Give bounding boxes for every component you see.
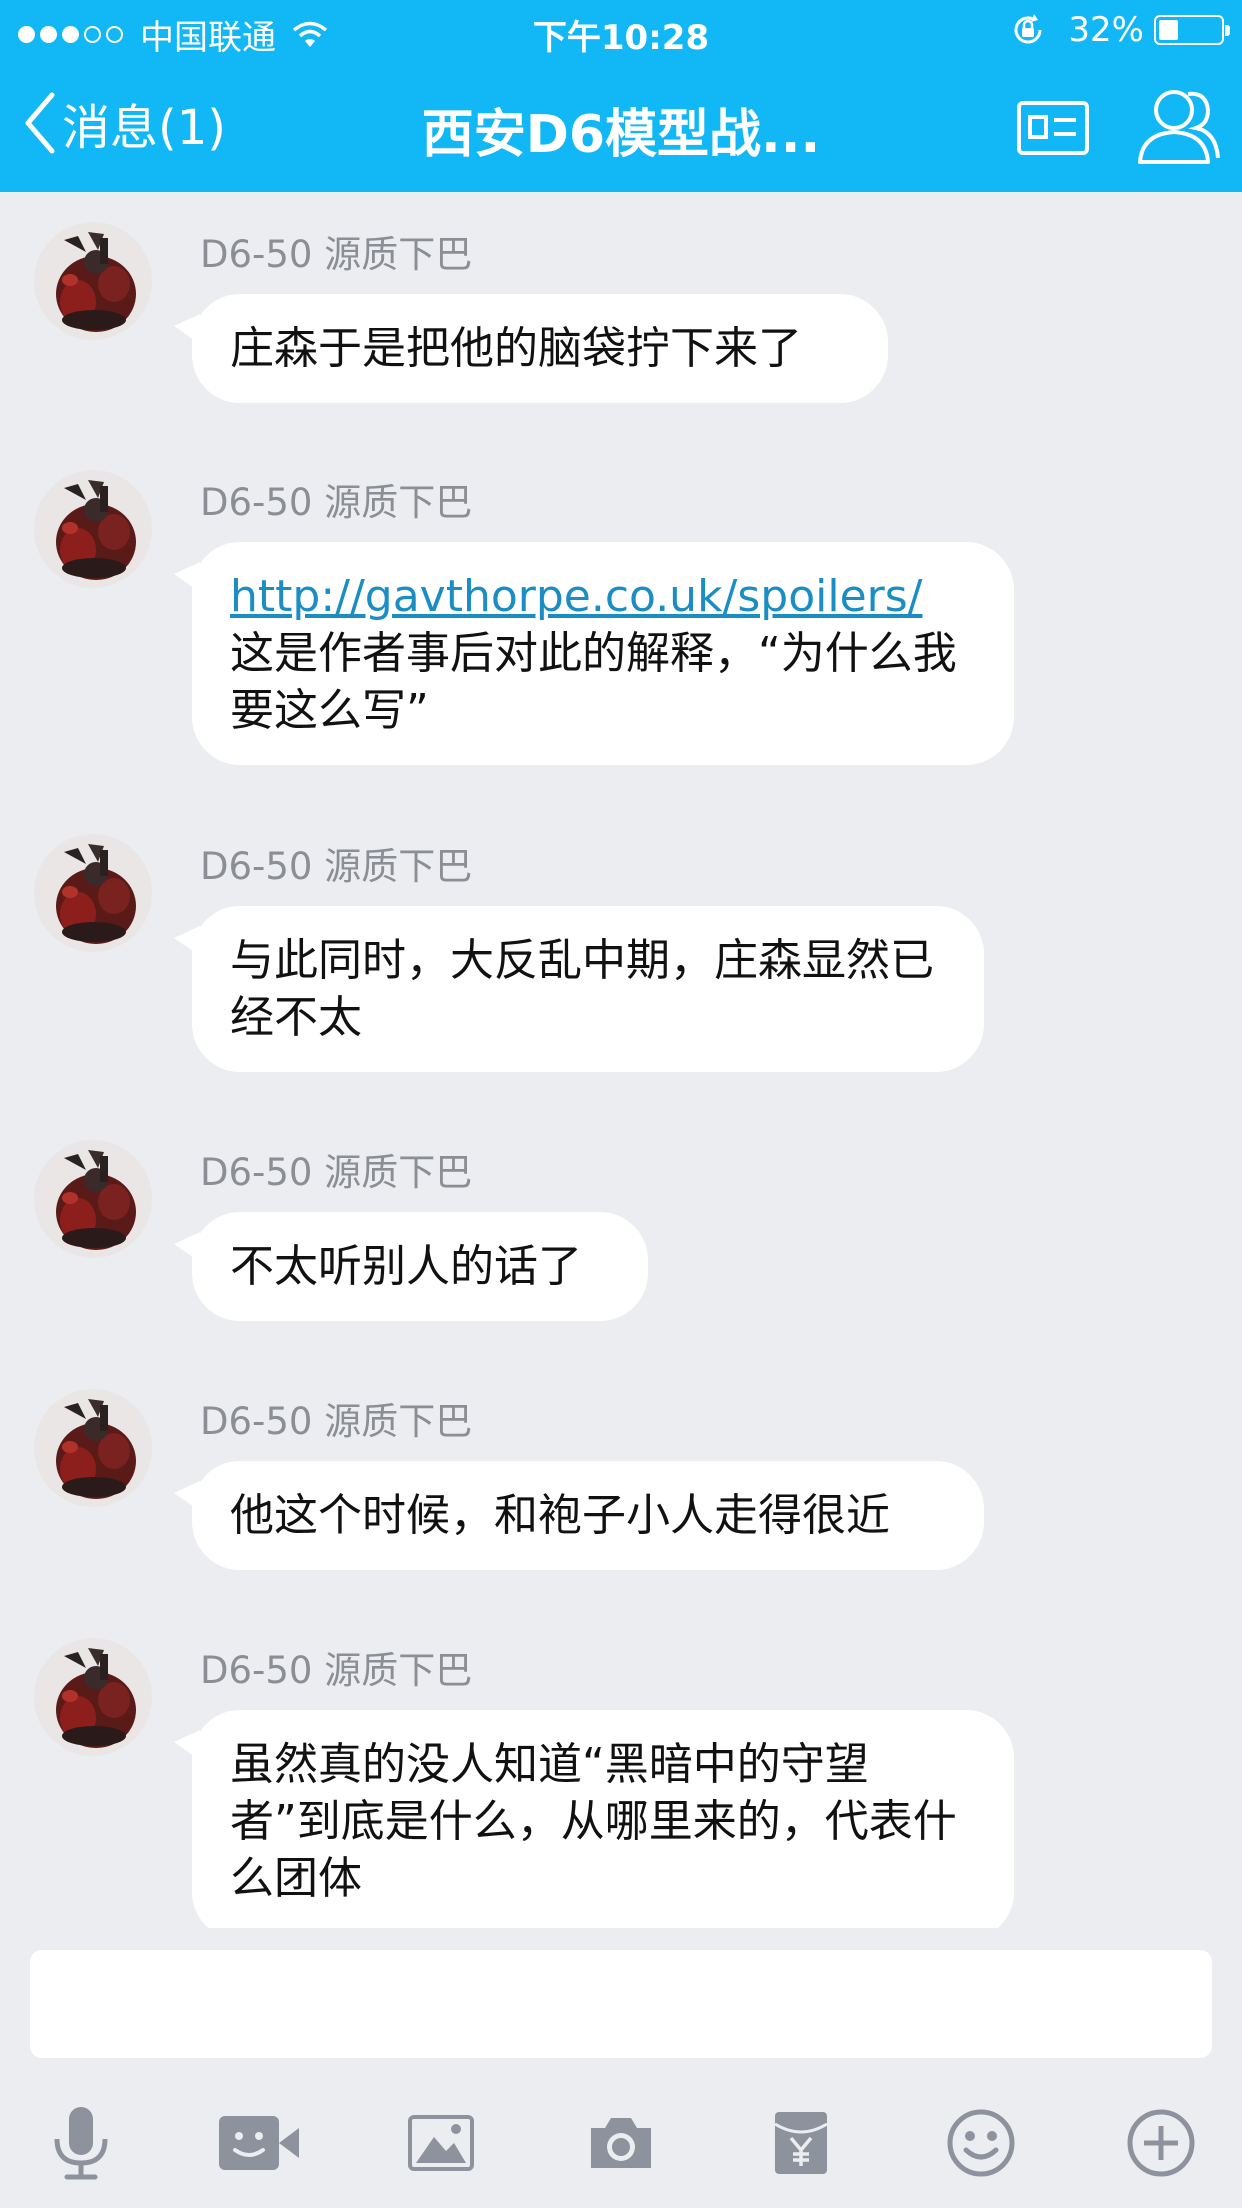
message-text: 虽然真的没人知道“黑暗中的守望者”到底是什么，从哪里来的，代表什么团体 xyxy=(230,1739,957,1904)
emoji-icon xyxy=(947,2109,1015,2177)
status-bar: 中国联通 下午10:28 32% xyxy=(0,0,1242,62)
sender-avatar[interactable] xyxy=(34,834,152,952)
plus-icon xyxy=(1127,2109,1195,2177)
id-card-icon xyxy=(1017,101,1089,155)
message-bubble[interactable]: 虽然真的没人知道“黑暗中的守望者”到底是什么，从哪里来的，代表什么团体 xyxy=(174,1710,1014,1928)
sender-avatar[interactable] xyxy=(34,470,152,588)
group-card-button[interactable] xyxy=(1016,100,1090,160)
video-call-button[interactable] xyxy=(214,2098,304,2188)
sender-avatar[interactable] xyxy=(34,1638,152,1756)
message-text: 与此同时，大反乱中期，庄森显然已经不太 xyxy=(230,935,934,1043)
rotation-lock-icon xyxy=(1014,14,1042,44)
message-list[interactable]: D6-50 源质下巴 庄森于是把他的脑袋拧下来了 D6-50 源质下巴 http… xyxy=(0,192,1242,1928)
red-packet-icon xyxy=(774,2112,828,2174)
sender-name: D6-50 源质下巴 xyxy=(200,233,473,276)
message-bubble[interactable]: 不太听别人的话了 xyxy=(174,1212,648,1321)
input-toolbar xyxy=(0,2098,1242,2188)
microphone-icon xyxy=(54,2107,108,2180)
battery-icon xyxy=(1154,15,1230,45)
battery-level-fill xyxy=(1159,20,1179,40)
more-button[interactable] xyxy=(1116,2098,1206,2188)
video-call-icon xyxy=(219,2116,299,2170)
red-packet-button[interactable] xyxy=(756,2098,846,2188)
input-area xyxy=(0,1928,1242,2208)
image-button[interactable] xyxy=(396,2098,486,2188)
title-bar: 中国联通 下午10:28 32% 消息(1) 西安D6模型战... xyxy=(0,0,1242,192)
sender-name: D6-50 源质下巴 xyxy=(200,1649,473,1692)
message-bubble[interactable]: 与此同时，大反乱中期，庄森显然已经不太 xyxy=(174,906,984,1072)
sender-name: D6-50 源质下巴 xyxy=(200,845,473,888)
message-text: 不太听别人的话了 xyxy=(230,1241,582,1292)
sender-name: D6-50 源质下巴 xyxy=(200,481,473,524)
message-text: 他这个时候，和袍子小人走得很近 xyxy=(230,1490,890,1541)
group-members-icon xyxy=(1138,90,1220,164)
message-bubble[interactable]: 他这个时候，和袍子小人走得很近 xyxy=(174,1461,984,1570)
sender-avatar[interactable] xyxy=(34,1389,152,1507)
sender-name: D6-50 源质下巴 xyxy=(200,1151,473,1194)
sender-avatar[interactable] xyxy=(34,1140,152,1258)
sender-avatar[interactable] xyxy=(34,222,152,340)
message-input[interactable] xyxy=(30,1950,1212,2058)
sender-name: D6-50 源质下巴 xyxy=(200,1400,473,1443)
battery-percentage: 32% xyxy=(1068,10,1144,50)
image-icon xyxy=(408,2115,474,2171)
message-text: 这是作者事后对此的解释，“为什么我要这么写” xyxy=(230,628,957,736)
message-link[interactable]: http://gavthorpe.co.uk/spoilers/ xyxy=(230,568,976,625)
group-members-button[interactable] xyxy=(1136,86,1222,170)
camera-button[interactable] xyxy=(576,2098,666,2188)
message-bubble[interactable]: 庄森于是把他的脑袋拧下来了 xyxy=(174,294,888,403)
message-bubble[interactable]: http://gavthorpe.co.uk/spoilers/ 这是作者事后对… xyxy=(174,542,1014,765)
voice-button[interactable] xyxy=(36,2098,126,2188)
message-text: 庄森于是把他的脑袋拧下来了 xyxy=(230,323,802,374)
emoji-button[interactable] xyxy=(936,2098,1026,2188)
camera-icon xyxy=(591,2118,651,2168)
